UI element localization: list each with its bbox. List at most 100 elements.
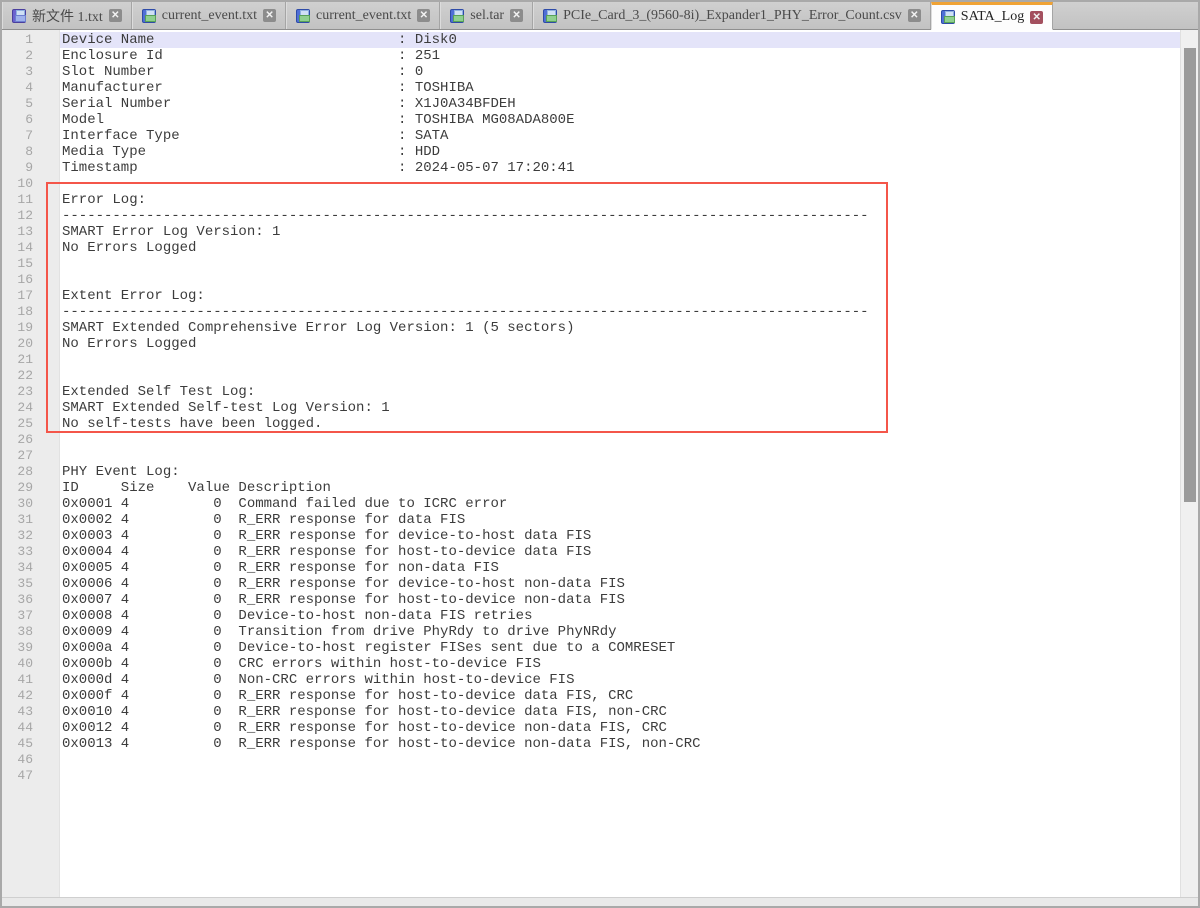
line-number: 3 bbox=[2, 64, 59, 80]
code-line[interactable]: No Errors Logged bbox=[60, 240, 1198, 256]
close-icon[interactable]: ✕ bbox=[1030, 11, 1043, 24]
close-icon[interactable]: ✕ bbox=[109, 9, 122, 22]
code-line[interactable]: ----------------------------------------… bbox=[60, 304, 1198, 320]
code-line[interactable]: ID Size Value Description bbox=[60, 480, 1198, 496]
line-number: 44 bbox=[2, 720, 59, 736]
text-editor-window: 新文件 1.txt✕current_event.txt✕current_even… bbox=[0, 0, 1200, 908]
floppy-disk-icon bbox=[941, 10, 955, 24]
line-number: 38 bbox=[2, 624, 59, 640]
code-line[interactable]: SMART Extended Comprehensive Error Log V… bbox=[60, 320, 1198, 336]
close-icon[interactable]: ✕ bbox=[417, 9, 430, 22]
close-icon[interactable]: ✕ bbox=[908, 9, 921, 22]
code-line[interactable]: 0x0008 4 0 Device-to-host non-data FIS r… bbox=[60, 608, 1198, 624]
code-line[interactable]: Error Log: bbox=[60, 192, 1198, 208]
code-line[interactable]: 0x0003 4 0 R_ERR response for device-to-… bbox=[60, 528, 1198, 544]
code-line[interactable] bbox=[60, 368, 1198, 384]
line-number: 22 bbox=[2, 368, 59, 384]
line-number: 47 bbox=[2, 768, 59, 784]
code-line[interactable] bbox=[60, 768, 1198, 784]
floppy-disk-icon bbox=[142, 9, 156, 23]
line-number: 37 bbox=[2, 608, 59, 624]
code-line[interactable]: 0x0004 4 0 R_ERR response for host-to-de… bbox=[60, 544, 1198, 560]
code-line[interactable] bbox=[60, 352, 1198, 368]
line-number: 13 bbox=[2, 224, 59, 240]
scrollbar-thumb[interactable] bbox=[1184, 48, 1196, 502]
code-line[interactable] bbox=[60, 752, 1198, 768]
line-number: 1 bbox=[2, 32, 59, 48]
code-line[interactable]: 0x000a 4 0 Device-to-host register FISes… bbox=[60, 640, 1198, 656]
line-number: 8 bbox=[2, 144, 59, 160]
code-line[interactable]: 0x0006 4 0 R_ERR response for device-to-… bbox=[60, 576, 1198, 592]
code-line[interactable] bbox=[60, 448, 1198, 464]
code-line[interactable] bbox=[60, 176, 1198, 192]
code-line[interactable] bbox=[60, 256, 1198, 272]
line-number: 5 bbox=[2, 96, 59, 112]
tab-bar-empty-space bbox=[1053, 2, 1198, 29]
tab-bar: 新文件 1.txt✕current_event.txt✕current_even… bbox=[2, 2, 1198, 30]
line-number: 33 bbox=[2, 544, 59, 560]
code-line[interactable]: Slot Number : 0 bbox=[60, 64, 1198, 80]
code-line[interactable] bbox=[60, 432, 1198, 448]
code-line[interactable]: Extent Error Log: bbox=[60, 288, 1198, 304]
code-line[interactable]: Device Name : Disk0 bbox=[60, 32, 1198, 48]
line-number: 24 bbox=[2, 400, 59, 416]
code-line[interactable]: Interface Type : SATA bbox=[60, 128, 1198, 144]
line-number: 28 bbox=[2, 464, 59, 480]
line-number: 32 bbox=[2, 528, 59, 544]
line-number: 14 bbox=[2, 240, 59, 256]
code-line[interactable]: 0x000f 4 0 R_ERR response for host-to-de… bbox=[60, 688, 1198, 704]
tab-4[interactable]: sel.tar ✕ bbox=[440, 2, 533, 29]
code-line[interactable]: 0x0010 4 0 R_ERR response for host-to-de… bbox=[60, 704, 1198, 720]
code-line[interactable]: 0x0013 4 0 R_ERR response for host-to-de… bbox=[60, 736, 1198, 752]
code-line[interactable]: 0x0007 4 0 R_ERR response for host-to-de… bbox=[60, 592, 1198, 608]
line-number: 43 bbox=[2, 704, 59, 720]
code-line[interactable]: Model : TOSHIBA MG08ADA800E bbox=[60, 112, 1198, 128]
tab-2[interactable]: current_event.txt✕ bbox=[132, 2, 286, 29]
code-line[interactable]: SMART Error Log Version: 1 bbox=[60, 224, 1198, 240]
code-line[interactable] bbox=[60, 272, 1198, 288]
line-number: 46 bbox=[2, 752, 59, 768]
code-line[interactable]: No self-tests have been logged. bbox=[60, 416, 1198, 432]
line-number: 16 bbox=[2, 272, 59, 288]
line-number: 17 bbox=[2, 288, 59, 304]
code-line[interactable]: No Errors Logged bbox=[60, 336, 1198, 352]
code-area[interactable]: Device Name : Disk0Enclosure Id : 251Slo… bbox=[60, 30, 1198, 897]
line-number: 35 bbox=[2, 576, 59, 592]
code-line[interactable]: ----------------------------------------… bbox=[60, 208, 1198, 224]
line-number: 15 bbox=[2, 256, 59, 272]
code-line[interactable]: 0x0002 4 0 R_ERR response for data FIS bbox=[60, 512, 1198, 528]
tab-5[interactable]: PCIe_Card_3_(9560-8i)_Expander1_PHY_Erro… bbox=[533, 2, 931, 29]
line-number: 23 bbox=[2, 384, 59, 400]
line-number: 31 bbox=[2, 512, 59, 528]
code-line[interactable]: Extended Self Test Log: bbox=[60, 384, 1198, 400]
line-number: 21 bbox=[2, 352, 59, 368]
line-number: 2 bbox=[2, 48, 59, 64]
tab-3[interactable]: current_event.txt✕ bbox=[286, 2, 440, 29]
line-number: 4 bbox=[2, 80, 59, 96]
code-line[interactable]: Timestamp : 2024-05-07 17:20:41 bbox=[60, 160, 1198, 176]
tab-6[interactable]: SATA_Log ✕ bbox=[931, 2, 1053, 30]
tab-label: sel.tar bbox=[470, 8, 504, 24]
code-line[interactable]: Media Type : HDD bbox=[60, 144, 1198, 160]
vertical-scrollbar[interactable] bbox=[1180, 30, 1198, 897]
line-number: 12 bbox=[2, 208, 59, 224]
code-line[interactable]: 0x0005 4 0 R_ERR response for non-data F… bbox=[60, 560, 1198, 576]
code-line[interactable]: 0x0012 4 0 R_ERR response for host-to-de… bbox=[60, 720, 1198, 736]
tab-label: SATA_Log bbox=[961, 9, 1024, 25]
tab-1[interactable]: 新文件 1.txt✕ bbox=[2, 2, 132, 29]
line-number: 39 bbox=[2, 640, 59, 656]
code-line[interactable]: 0x0009 4 0 Transition from drive PhyRdy … bbox=[60, 624, 1198, 640]
code-line[interactable]: Enclosure Id : 251 bbox=[60, 48, 1198, 64]
code-line[interactable]: 0x0001 4 0 Command failed due to ICRC er… bbox=[60, 496, 1198, 512]
close-icon[interactable]: ✕ bbox=[263, 9, 276, 22]
code-line[interactable]: Manufacturer : TOSHIBA bbox=[60, 80, 1198, 96]
code-line[interactable]: 0x000d 4 0 Non-CRC errors within host-to… bbox=[60, 672, 1198, 688]
code-line[interactable]: PHY Event Log: bbox=[60, 464, 1198, 480]
code-line[interactable]: Serial Number : X1J0A34BFDEH bbox=[60, 96, 1198, 112]
close-icon[interactable]: ✕ bbox=[510, 9, 523, 22]
line-number: 34 bbox=[2, 560, 59, 576]
code-line[interactable]: 0x000b 4 0 CRC errors within host-to-dev… bbox=[60, 656, 1198, 672]
code-line[interactable]: SMART Extended Self-test Log Version: 1 bbox=[60, 400, 1198, 416]
tab-label: PCIe_Card_3_(9560-8i)_Expander1_PHY_Erro… bbox=[563, 8, 902, 24]
line-number: 42 bbox=[2, 688, 59, 704]
